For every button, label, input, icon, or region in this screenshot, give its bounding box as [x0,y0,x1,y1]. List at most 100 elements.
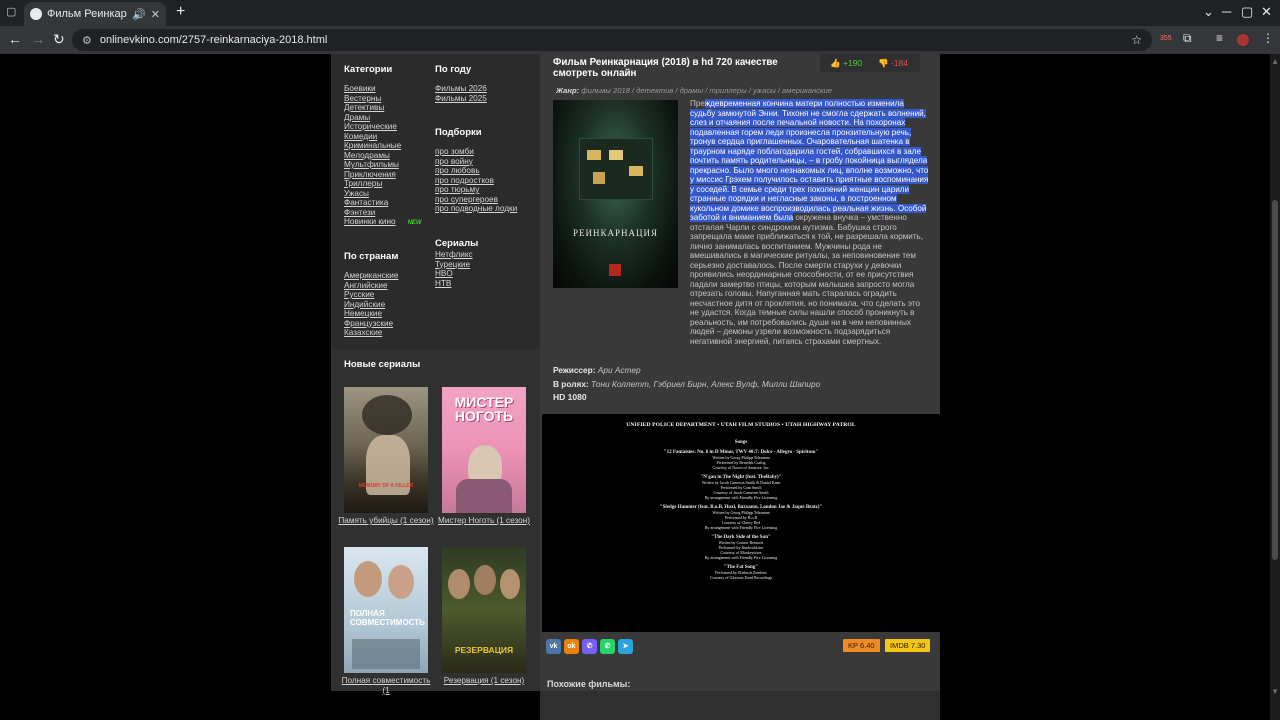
sidebar-link[interactable]: Американские [344,271,434,281]
sidebar-link[interactable]: про зомби [435,147,535,157]
reload-icon[interactable]: ↻ [53,31,65,48]
forward-icon[interactable]: → [31,31,45,47]
sidebar-link[interactable]: Фильмы 2025 [435,94,535,104]
sidebar-link[interactable]: Французские [344,319,434,329]
poster-text: MEMORY OF A KILLER [358,483,414,489]
series-poster[interactable]: МИСТЕР НОГОТЬ [442,387,526,513]
dislike-button[interactable]: 👎 -184 [878,58,908,69]
sidebar-link-label: Исторические [344,122,397,131]
collections-title: Подборки [435,127,482,138]
genre-line: Жанр: фильмы 2018 / детектив / драмы / т… [556,86,832,95]
new-tab-button[interactable]: + [176,3,185,21]
movie-header: Фильм Реинкарнация (2018) в hd 720 качес… [553,57,778,79]
sidebar-link-label: Индийские [344,299,386,309]
sidebar-link[interactable]: Драмы [344,113,434,123]
sidebar-link[interactable]: про супергероев [435,195,535,205]
new-series-section: Новые сериалы MEMORY OF A KILLER Память … [331,349,540,695]
sidebar-link[interactable]: Немецкие [344,309,434,319]
sidebar-link[interactable]: Турецкие [435,260,535,270]
video-player[interactable]: UNIFIED POLICE DEPARTMENT • UTAH FILM ST… [542,414,940,632]
sidebar-link[interactable]: Фантастика [344,198,434,208]
sidebar-link-label: Турецкие [435,259,471,269]
sidebar-link[interactable]: Исторические [344,122,434,132]
sidebar-link[interactable]: Ужасы [344,189,434,199]
viber-share-icon[interactable]: ✆ [582,639,597,654]
extensions-icon[interactable]: ⧉ [1183,31,1192,46]
sidebar-link[interactable]: Фильмы 2026 [435,84,535,94]
scroll-down-icon[interactable]: ▼ [1271,687,1279,696]
sidebar-link[interactable]: Приключения [344,170,434,180]
media-icon[interactable]: ≡ [1216,31,1223,45]
sidebar-link[interactable]: НТВ [435,279,535,289]
page-scrollbar[interactable]: ▲ ▼ [1270,54,1280,720]
series-poster[interactable]: РЕЗЕРВАЦИЯ [442,547,526,673]
series-poster[interactable]: MEMORY OF A KILLER [344,387,428,513]
sidebar-link[interactable]: Мелодрамы [344,151,434,161]
genre-links[interactable]: фильмы 2018 / детектив / драмы / триллер… [581,86,832,95]
credits-header: UNIFIED POLICE DEPARTMENT • UTAH FILM ST… [626,422,856,428]
series-card[interactable]: МИСТЕР НОГОТЬ Мистер Ноготь (1 сезон) [436,387,532,526]
series-link[interactable]: Резервация (1 сезон) [436,676,532,686]
sidebar-link[interactable]: Мультфильмы [344,160,434,170]
imdb-rating-badge: IMDB 7.30 [885,639,931,652]
address-bar[interactable]: ⚙ onlinevkino.com/2757-reinkarnaciya-201… [72,29,1152,51]
movie-main: Фильм Реинкарнация (2018) в hd 720 качес… [540,54,940,691]
whatsapp-share-icon[interactable]: ✆ [600,639,615,654]
sidebar-link[interactable]: Нетфликс [435,250,535,260]
sidebar-link[interactable]: Вестерны [344,94,434,104]
minimize-icon[interactable]: ─ [1222,4,1231,19]
series-link[interactable]: Полная совместимость (1 [338,676,434,695]
sidebar-link[interactable]: HBO [435,269,535,279]
site-info-icon[interactable]: ⚙ [82,34,92,47]
close-window-icon[interactable]: ✕ [1261,4,1272,20]
scroll-up-icon[interactable]: ▲ [1271,57,1279,66]
profile-avatar[interactable] [1237,34,1249,46]
telegram-share-icon[interactable]: ➤ [618,639,633,654]
thumbs-up-icon: 👍 [830,58,841,68]
sidebar-link-label: Английские [344,280,388,290]
bookmark-star-icon[interactable]: ☆ [1131,33,1142,47]
vk-share-icon[interactable]: vk [546,639,561,654]
speaker-icon[interactable]: 🔊 [132,8,146,21]
sidebar-link[interactable]: Английские [344,281,434,291]
back-icon[interactable]: ← [8,31,22,47]
sidebar-link[interactable]: Русские [344,290,434,300]
close-tab-icon[interactable]: ✕ [151,8,160,21]
sidebar-link[interactable]: Детективы [344,103,434,113]
series-card[interactable]: ПОЛНАЯ СОВМЕСТИМОСТЬ Полная совместимост… [338,547,434,695]
browser-tab-active[interactable]: Фильм Реинкарнация (2018) 🔊 ✕ [24,2,166,26]
series-link[interactable]: Мистер Ноготь (1 сезон) [436,516,532,526]
series-link[interactable]: Память убийцы (1 сезон) [338,516,434,526]
sidebar-link[interactable]: Триллеры [344,179,434,189]
series-card[interactable]: MEMORY OF A KILLER Память убийцы (1 сезо… [338,387,434,526]
like-button[interactable]: 👍 +190 [830,58,862,69]
sidebar-link[interactable]: про подростков [435,176,535,186]
sidebar-link[interactable]: Индийские [344,300,434,310]
menu-icon[interactable]: ⋮ [1262,31,1274,45]
sidebar-link[interactable]: про тюрьму [435,185,535,195]
ok-share-icon[interactable]: ok [564,639,579,654]
tab-search-icon[interactable]: ▢ [6,5,20,19]
sidebar-link[interactable]: Казахские [344,328,434,338]
new-series-title: Новые сериалы [344,359,421,370]
credits-list: Songs "12 Fantaisies: No. 6 in D Minor, … [542,440,940,580]
sidebar-link[interactable]: Криминальные [344,141,434,151]
sidebar-link[interactable]: Комедии [344,132,434,142]
sidebar-link-label: Триллеры [344,179,383,188]
poster-title: РЕИНКАРНАЦИЯ [572,228,658,238]
sidebar-link[interactable]: Фэнтези [344,208,434,218]
extension-badge[interactable]: 355 [1160,35,1172,42]
series-poster[interactable]: ПОЛНАЯ СОВМЕСТИМОСТЬ [344,547,428,673]
sidebar-link[interactable]: про войну [435,157,535,167]
series-card[interactable]: РЕЗЕРВАЦИЯ Резервация (1 сезон) [436,547,532,686]
chevron-down-icon[interactable]: ⌄ [1203,4,1214,20]
sidebar-link[interactable]: про любовь [435,166,535,176]
maximize-icon[interactable]: ▢ [1241,4,1253,20]
sidebar-link[interactable]: про подводные лодки [435,204,535,214]
collections-list: про зомби про войну про любовь про подростк… [435,147,535,214]
browser-tab-strip: ▢ Фильм Реинкарнация (2018) 🔊 ✕ + ⌄ ─ ▢ … [0,0,1280,26]
sidebar-link[interactable]: Новинки кино NEW [344,217,434,229]
sidebar-link[interactable]: Боевики [344,84,434,94]
scroll-thumb[interactable] [1272,200,1278,560]
cast-label: В ролях: [553,379,589,389]
